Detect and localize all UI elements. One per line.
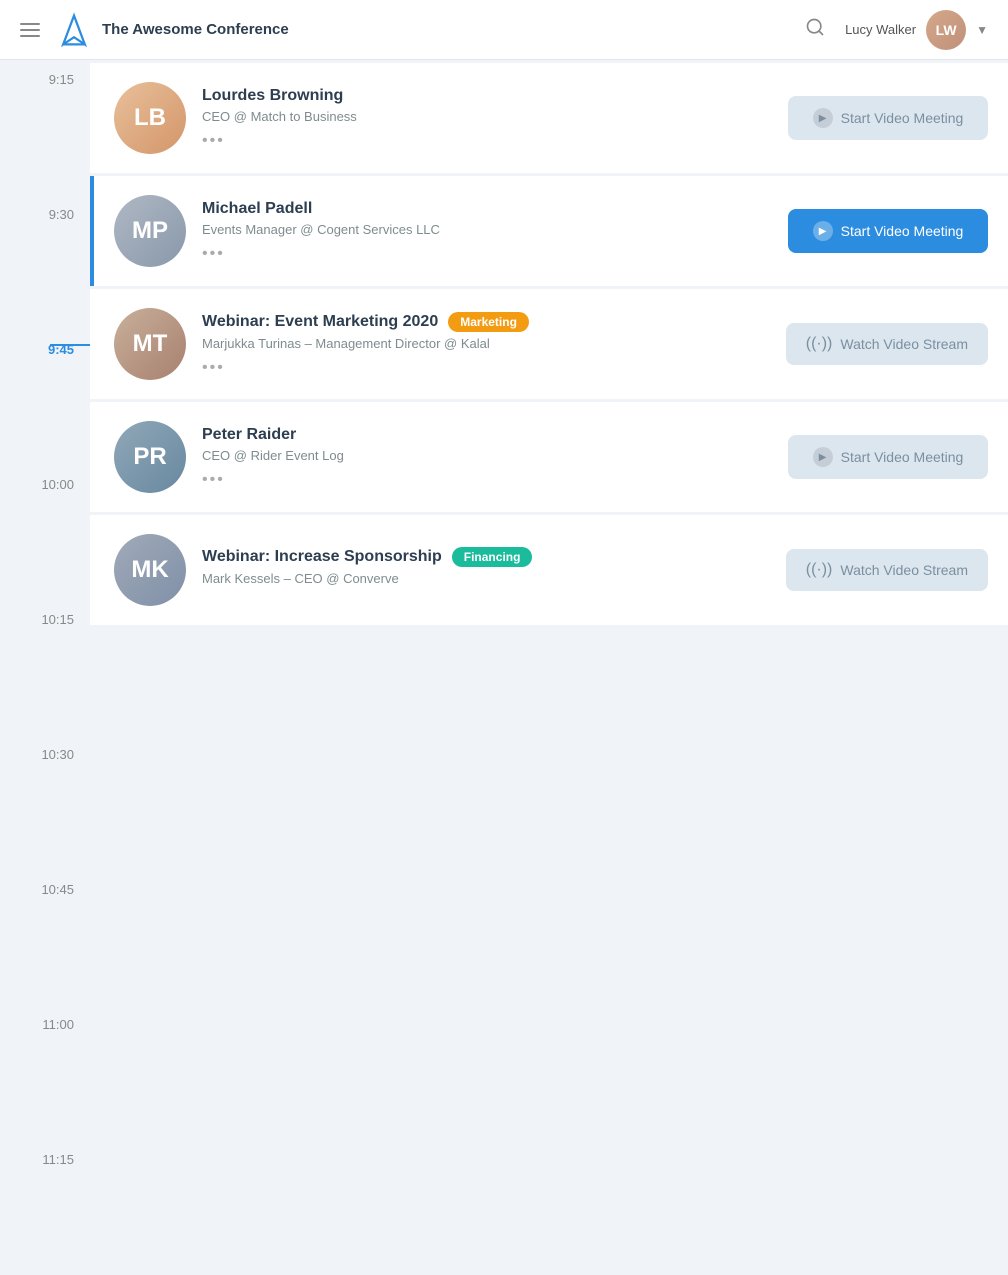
item-more-dots[interactable]: ••• [202,359,770,377]
item-info: Webinar: Event Marketing 2020 Marketing … [202,312,770,377]
badge-marketing: Marketing [448,312,529,332]
item-name: Lourdes Browning [202,87,772,105]
timeline-item-1045: 10:45 [0,870,90,1005]
play-icon: ▶ [813,221,833,241]
avatar: LB [114,82,186,154]
item-title: Mark Kessels – CEO @ Converve [202,571,770,586]
start-video-meeting-button[interactable]: ▶ Start Video Meeting [788,435,988,479]
play-icon: ▶ [813,447,833,467]
header: The Awesome Conference Lucy Walker LW ▼ [0,0,1008,60]
avatar: MP [114,195,186,267]
start-video-meeting-button[interactable]: ▶ Start Video Meeting [788,96,988,140]
item-title: CEO @ Match to Business [202,109,772,124]
item-title: Events Manager @ Cogent Services LLC [202,222,772,237]
menu-button[interactable] [20,23,40,37]
play-icon: ▶ [813,108,833,128]
avatar: PR [114,421,186,493]
schedule-item-1: LB Lourdes Browning CEO @ Match to Busin… [90,63,1008,173]
item-title: CEO @ Rider Event Log [202,448,772,463]
timeline-item-945: 9:45 [0,330,90,465]
item-info: Michael Padell Events Manager @ Cogent S… [202,200,772,263]
schedule-item-5: MK Webinar: Increase Sponsorship Financi… [90,515,1008,625]
search-button[interactable] [805,17,825,42]
logo-icon [56,12,92,48]
timeline-item-1000: 10:00 [0,465,90,600]
item-info: Lourdes Browning CEO @ Match to Business… [202,87,772,150]
timeline-item-1100: 11:00 [0,1005,90,1140]
timeline-item-1030: 10:30 [0,735,90,870]
avatar: MT [114,308,186,380]
badge-financing: Financing [452,547,533,567]
item-more-dots[interactable]: ••• [202,132,772,150]
stream-icon: ((·)) [806,561,833,579]
item-more-dots[interactable]: ••• [202,245,772,263]
watch-video-stream-button[interactable]: ((·)) Watch Video Stream [786,549,988,591]
item-info: Peter Raider CEO @ Rider Event Log ••• [202,426,772,489]
chevron-down-icon: ▼ [976,23,988,37]
schedule-item-2: MP Michael Padell Events Manager @ Cogen… [90,176,1008,286]
stream-icon: ((·)) [806,335,833,353]
item-info: Webinar: Increase Sponsorship Financing … [202,547,770,594]
user-name: Lucy Walker [845,22,916,37]
item-name: Michael Padell [202,200,772,218]
timeline-item-915: 9:15 [0,60,90,195]
avatar: LW [926,10,966,50]
item-title: Marjukka Turinas – Management Director @… [202,336,770,351]
schedule-item-3: MT Webinar: Event Marketing 2020 Marketi… [90,289,1008,399]
app-logo: The Awesome Conference [56,12,289,48]
item-name: Peter Raider [202,426,772,444]
watch-video-stream-button[interactable]: ((·)) Watch Video Stream [786,323,988,365]
item-name: Webinar: Event Marketing 2020 Marketing [202,312,770,332]
schedule-item-4: PR Peter Raider CEO @ Rider Event Log ••… [90,402,1008,512]
app-title: The Awesome Conference [102,21,289,38]
item-more-dots[interactable]: ••• [202,471,772,489]
item-name: Webinar: Increase Sponsorship Financing [202,547,770,567]
avatar: MK [114,534,186,606]
timeline-item-930: 9:30 [0,195,90,330]
user-menu[interactable]: Lucy Walker LW ▼ [845,10,988,50]
start-video-meeting-button[interactable]: ▶ Start Video Meeting [788,209,988,253]
timeline-item-1115: 11:15 [0,1140,90,1275]
